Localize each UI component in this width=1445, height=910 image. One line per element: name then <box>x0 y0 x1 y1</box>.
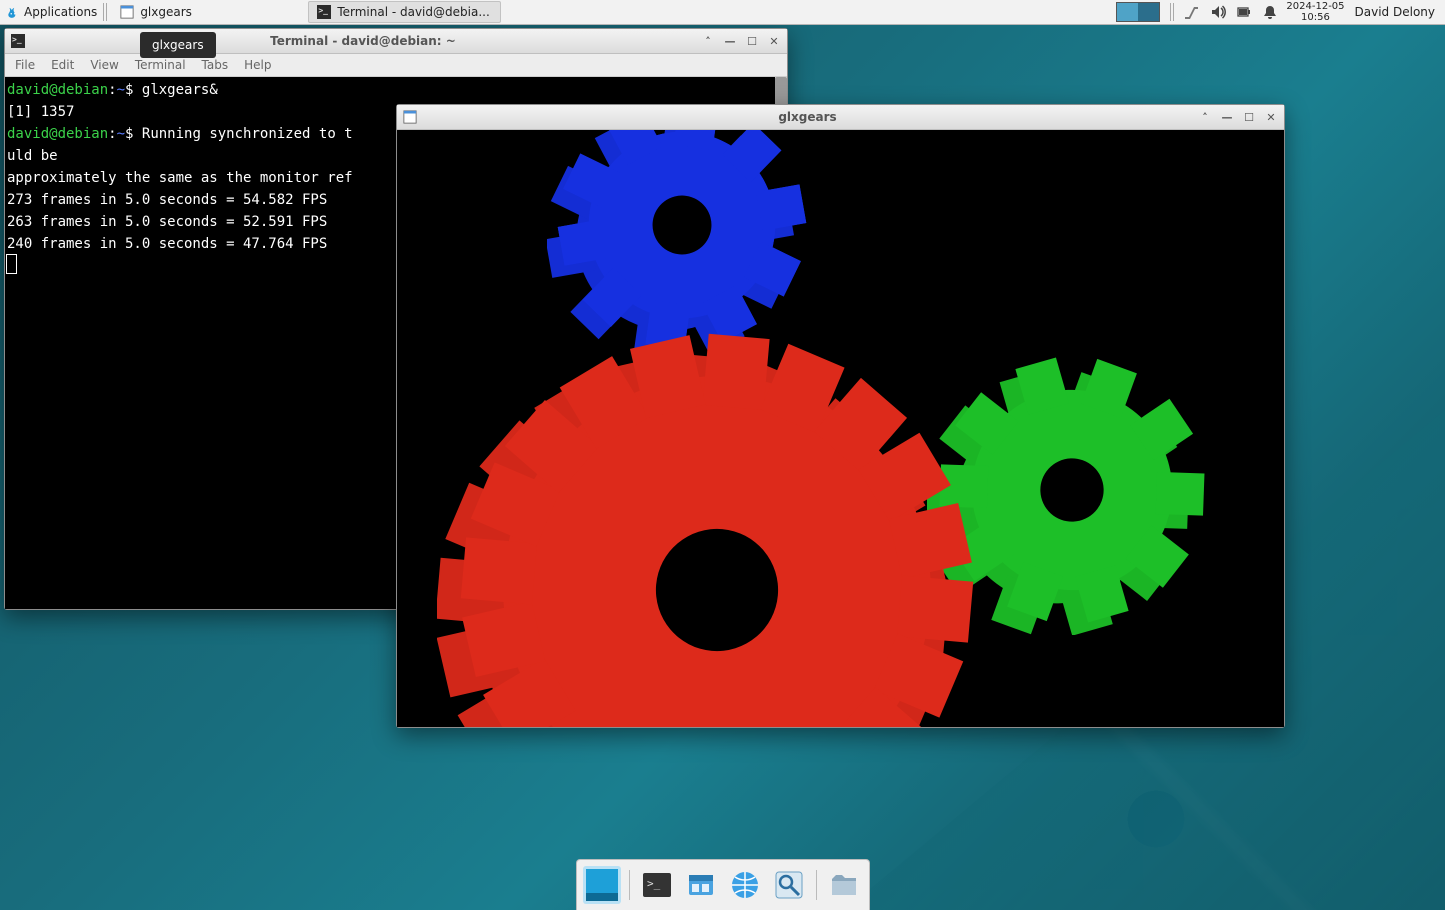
globe-icon <box>729 869 761 901</box>
dock-terminal[interactable]: >_ <box>638 866 676 904</box>
terminal-icon: >_ <box>641 869 673 901</box>
clock-date: 2024-12-05 <box>1286 1 1344 12</box>
terminal-menubar: File Edit View Terminal Tabs Help <box>5 54 787 77</box>
terminal-icon <box>317 5 331 19</box>
dock-web-browser[interactable] <box>726 866 764 904</box>
top-panel: Applications glxgears Terminal - david@d… <box>0 0 1445 25</box>
taskbar-button-terminal[interactable]: Terminal - david@debia... <box>308 1 501 23</box>
dock-file-manager[interactable] <box>682 866 720 904</box>
show-desktop-icon <box>586 869 618 901</box>
search-icon <box>773 869 805 901</box>
notification-icon[interactable] <box>1262 4 1278 20</box>
glxgears-titlebar[interactable]: glxgears ˄ — ☐ ✕ <box>397 105 1284 130</box>
clock-time: 10:56 <box>1286 12 1344 23</box>
svg-text:>_: >_ <box>647 877 661 890</box>
menu-view[interactable]: View <box>90 58 118 72</box>
workspace-switcher[interactable] <box>1116 2 1160 22</box>
dock-home-folder[interactable] <box>825 866 863 904</box>
glxgears-title: glxgears <box>423 110 1192 124</box>
shade-icon[interactable]: ˄ <box>701 35 715 48</box>
terminal-cursor <box>7 255 16 273</box>
terminal-title: Terminal - david@debian: ~ <box>31 34 695 48</box>
red-gear-icon <box>437 310 997 727</box>
dock-show-desktop[interactable] <box>583 866 621 904</box>
shade-icon[interactable]: ˄ <box>1198 111 1212 124</box>
bottom-dock: >_ <box>576 859 870 910</box>
xfce-logo-icon <box>6 5 20 19</box>
minimize-icon[interactable]: — <box>723 35 737 48</box>
window-icon <box>403 110 417 124</box>
system-tray <box>1176 4 1286 20</box>
dock-search[interactable] <box>770 866 808 904</box>
taskbar-button-glxgears[interactable]: glxgears <box>111 1 304 23</box>
glxgears-viewport <box>397 130 1284 727</box>
glxgears-window[interactable]: glxgears ˄ — ☐ ✕ <box>396 104 1285 728</box>
user-menu[interactable]: David Delony <box>1345 5 1445 19</box>
username-label: David Delony <box>1355 5 1435 19</box>
menu-terminal[interactable]: Terminal <box>135 58 186 72</box>
panel-clock[interactable]: 2024-12-05 10:56 <box>1286 1 1344 23</box>
menu-help[interactable]: Help <box>244 58 271 72</box>
maximize-icon[interactable]: ☐ <box>1242 111 1256 124</box>
tooltip: glxgears <box>140 32 216 58</box>
close-icon[interactable]: ✕ <box>767 35 781 48</box>
file-manager-icon <box>685 869 717 901</box>
menu-file[interactable]: File <box>15 58 35 72</box>
folder-icon <box>828 869 860 901</box>
terminal-titlebar[interactable]: Terminal - david@debian: ~ ˄ — ☐ ✕ <box>5 29 787 54</box>
close-icon[interactable]: ✕ <box>1264 111 1278 124</box>
network-icon[interactable] <box>1184 4 1200 20</box>
taskbar-label: glxgears <box>140 5 192 19</box>
applications-label: Applications <box>24 5 97 19</box>
menu-tabs[interactable]: Tabs <box>202 58 229 72</box>
menu-edit[interactable]: Edit <box>51 58 74 72</box>
battery-icon[interactable] <box>1236 4 1252 20</box>
panel-grip-icon[interactable] <box>103 3 109 21</box>
maximize-icon[interactable]: ☐ <box>745 35 759 48</box>
terminal-icon <box>11 34 25 48</box>
minimize-icon[interactable]: — <box>1220 111 1234 124</box>
applications-menu[interactable]: Applications <box>0 0 103 24</box>
window-icon <box>120 5 134 19</box>
volume-icon[interactable] <box>1210 4 1226 20</box>
taskbar-label: Terminal - david@debia... <box>337 5 489 19</box>
